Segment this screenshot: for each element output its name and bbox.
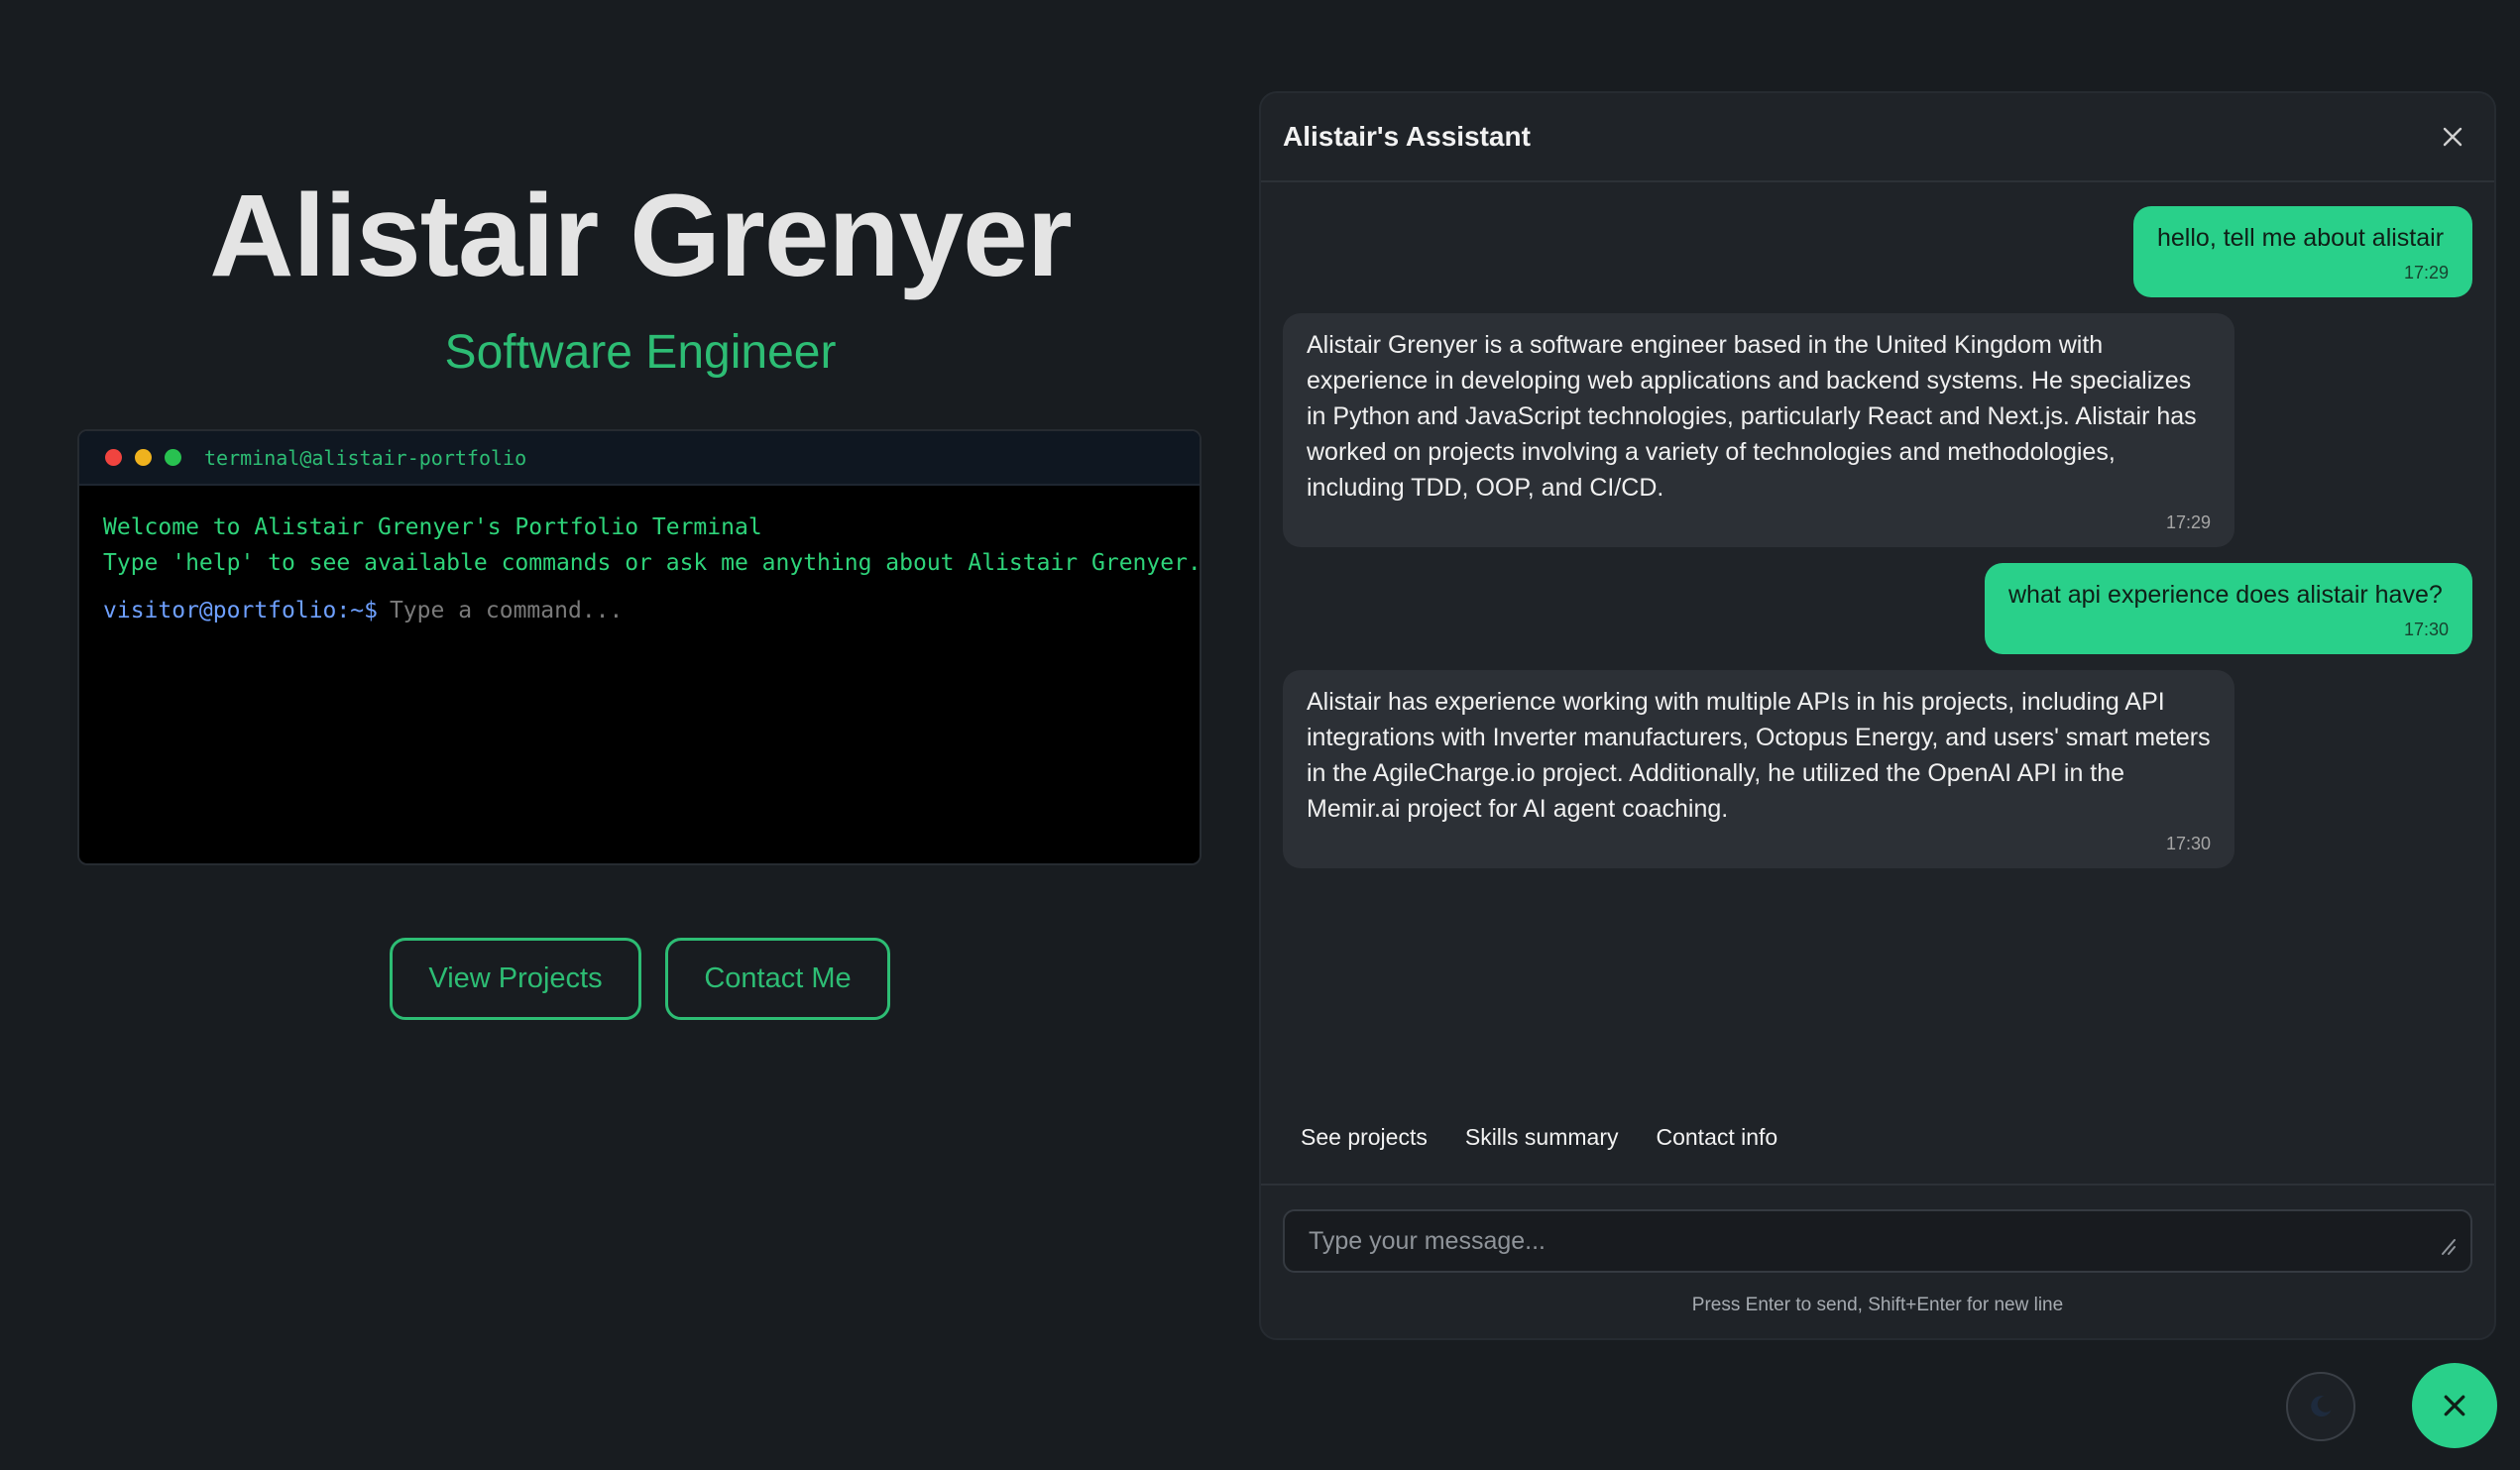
message-text: Alistair has experience working with mul… xyxy=(1307,688,2211,823)
theme-toggle-button[interactable] xyxy=(2286,1372,2355,1441)
close-icon xyxy=(2443,127,2463,147)
terminal-help-line: Type 'help' to see available commands or… xyxy=(103,550,1202,576)
window-maximize-dot-icon xyxy=(165,449,181,466)
window-close-dot-icon xyxy=(105,449,122,466)
moon-icon xyxy=(2311,1396,2332,1417)
chat-title: Alistair's Assistant xyxy=(1283,121,1531,152)
view-projects-button[interactable]: View Projects xyxy=(390,938,641,1020)
quick-replies: See projects Skills summary Contact info xyxy=(1283,1114,1795,1161)
chat-close-button[interactable] xyxy=(2433,117,2472,157)
message-text: Alistair Grenyer is a software engineer … xyxy=(1307,331,2197,502)
assistant-message: Alistair Grenyer is a software engineer … xyxy=(1283,313,2234,547)
quick-reply-see-projects[interactable]: See projects xyxy=(1283,1114,1445,1161)
terminal-window: terminal@alistair-portfolio Welcome to A… xyxy=(77,429,1202,865)
terminal-prompt: visitor@portfolio:~$ xyxy=(103,598,378,623)
message-time: 17:29 xyxy=(2403,263,2449,283)
user-message: hello, tell me about alistair 17:29 xyxy=(2133,206,2472,297)
terminal-title: terminal@alistair-portfolio xyxy=(204,445,527,470)
quick-reply-skills-summary[interactable]: Skills summary xyxy=(1447,1114,1637,1161)
send-hint: Press Enter to send, Shift+Enter for new… xyxy=(1691,1295,2064,1315)
page: Alistair Grenyer Software Engineer termi… xyxy=(0,0,2520,1470)
terminal-welcome-line: Welcome to Alistair Grenyer's Portfolio … xyxy=(103,514,762,540)
terminal-body[interactable]: Welcome to Alistair Grenyer's Portfolio … xyxy=(79,486,1200,628)
message-text: hello, tell me about alistair xyxy=(2157,224,2445,252)
terminal-prompt-row: visitor@portfolio:~$ xyxy=(103,593,1200,628)
message-input[interactable] xyxy=(1285,1226,2427,1256)
window-minimize-dot-icon xyxy=(135,449,152,466)
chat-panel: Alistair's Assistant hello, tell me abou… xyxy=(1259,91,2496,1340)
chat-header: Alistair's Assistant xyxy=(1261,93,2494,182)
terminal-title-bar: terminal@alistair-portfolio xyxy=(79,431,1200,486)
user-message: what api experience does alistair have? … xyxy=(1985,563,2472,654)
hero-name: Alistair Grenyer xyxy=(209,170,1072,301)
chat-footer: Press Enter to send, Shift+Enter for new… xyxy=(1261,1184,2494,1338)
message-input-box xyxy=(1283,1209,2472,1273)
assistant-message: Alistair has experience working with mul… xyxy=(1283,670,2234,868)
message-time: 17:29 xyxy=(2165,512,2211,532)
close-icon xyxy=(2444,1395,2465,1416)
contact-me-button[interactable]: Contact Me xyxy=(665,938,890,1020)
hero-role: Software Engineer xyxy=(444,326,837,379)
terminal-command-input[interactable] xyxy=(389,598,984,623)
message-time: 17:30 xyxy=(2403,620,2449,639)
message-time: 17:30 xyxy=(2165,834,2211,853)
message-text: what api experience does alistair have? xyxy=(2008,581,2443,609)
resize-handle-icon[interactable] xyxy=(2427,1226,2457,1256)
chat-toggle-button[interactable] xyxy=(2412,1363,2497,1448)
quick-reply-contact-info[interactable]: Contact info xyxy=(1638,1114,1795,1161)
